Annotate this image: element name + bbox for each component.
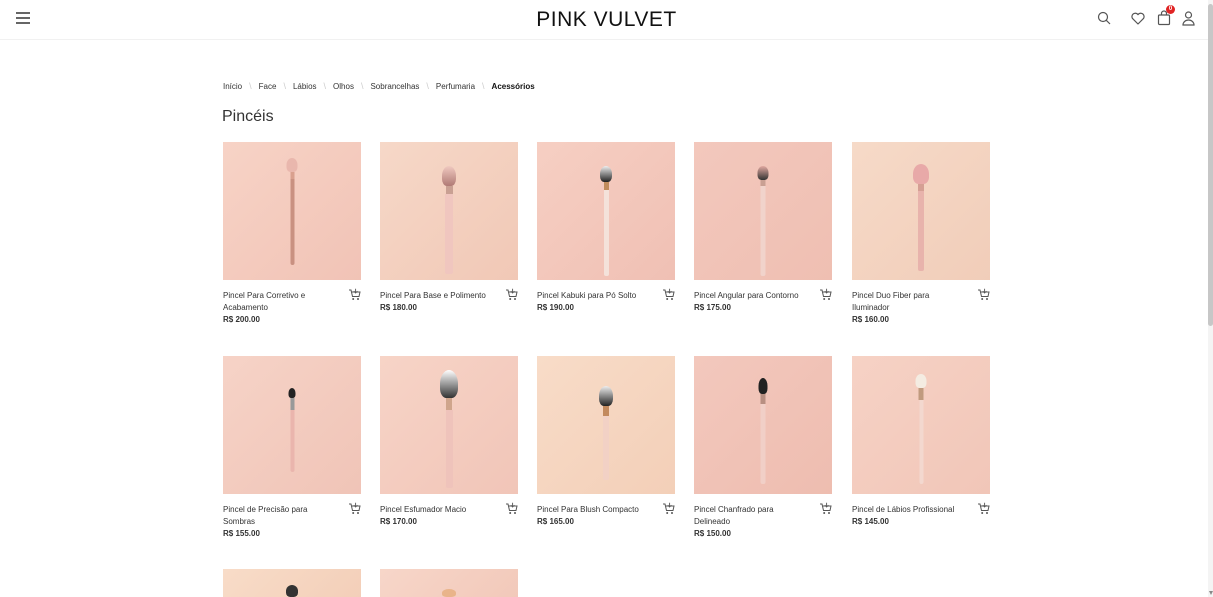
product-price: R$ 200.00 — [223, 315, 260, 324]
add-to-cart-icon[interactable] — [819, 288, 832, 306]
brush-illustration — [440, 370, 458, 488]
product-image[interactable] — [852, 356, 990, 494]
product-name[interactable]: Pincel Para Corretivo e Acabamento — [223, 290, 339, 314]
product-image[interactable] — [537, 142, 675, 280]
search-icon[interactable] — [1097, 11, 1111, 30]
product-price: R$ 170.00 — [380, 517, 417, 526]
top-header: PINK VULVET 0 — [0, 0, 1213, 40]
breadcrumb-perfumaria[interactable]: Perfumaria — [436, 82, 475, 91]
product-card[interactable] — [223, 569, 361, 597]
scroll-down-arrow-icon[interactable] — [1209, 591, 1213, 595]
breadcrumb: Início \ Face \ Lábios \ Olhos \ Sobrancelha… — [223, 81, 535, 91]
add-to-cart-icon[interactable] — [662, 288, 675, 306]
product-card[interactable]: Pincel de Precisão para Sombras R$ 155.0… — [223, 356, 361, 538]
scrollbar-thumb[interactable] — [1208, 4, 1213, 326]
product-price: R$ 165.00 — [537, 517, 574, 526]
brush-illustration — [600, 166, 612, 276]
product-card[interactable]: Pincel Esfumador Macio R$ 170.00 — [380, 356, 518, 526]
breadcrumb-separator: \ — [323, 81, 327, 91]
product-card[interactable]: Pincel Chanfrado para Delineado R$ 150.0… — [694, 356, 832, 538]
brush-illustration — [442, 166, 456, 274]
breadcrumb-acessorios[interactable]: Acessórios — [492, 82, 535, 91]
product-price: R$ 175.00 — [694, 303, 731, 312]
breadcrumb-separator: \ — [482, 81, 485, 91]
product-card[interactable]: Pincel de Lábios Profissional R$ 145.00 — [852, 356, 990, 526]
product-card[interactable]: Pincel Para Base e Polimento R$ 180.00 — [380, 142, 518, 312]
page-scrollbar[interactable] — [1208, 0, 1213, 597]
add-to-cart-icon[interactable] — [977, 502, 990, 520]
page-title: Pincéis — [222, 108, 274, 125]
breadcrumb-inicio[interactable]: Início — [223, 82, 242, 91]
add-to-cart-icon[interactable] — [662, 502, 675, 520]
product-name[interactable]: Pincel Kabuki para Pó Solto — [537, 290, 653, 302]
product-image[interactable] — [694, 142, 832, 280]
product-name[interactable]: Pincel Angular para Contorno — [694, 290, 810, 302]
brush-illustration — [288, 388, 296, 472]
breadcrumb-labios[interactable]: Lábios — [293, 82, 317, 91]
brush-illustration — [599, 386, 613, 480]
product-price: R$ 190.00 — [537, 303, 574, 312]
product-card[interactable]: Pincel Angular para Contorno R$ 175.00 — [694, 142, 832, 312]
breadcrumb-face[interactable]: Face — [259, 82, 277, 91]
brush-illustration — [442, 589, 456, 597]
cart-count-badge: 0 — [1166, 5, 1175, 14]
add-to-cart-icon[interactable] — [977, 288, 990, 306]
product-name[interactable]: Pincel de Lábios Profissional — [852, 504, 968, 516]
brush-illustration — [758, 378, 768, 484]
product-name[interactable]: Pincel Para Base e Polimento — [380, 290, 496, 302]
product-price: R$ 145.00 — [852, 517, 889, 526]
product-image[interactable] — [380, 356, 518, 494]
brush-illustration — [757, 166, 769, 276]
product-image[interactable] — [694, 356, 832, 494]
product-name[interactable]: Pincel Para Blush Compacto — [537, 504, 653, 516]
product-image[interactable] — [223, 142, 361, 280]
user-icon[interactable] — [1182, 11, 1195, 31]
product-image[interactable] — [537, 356, 675, 494]
shopping-bag-icon[interactable]: 0 — [1157, 5, 1175, 31]
product-price: R$ 160.00 — [852, 315, 889, 324]
brush-illustration — [915, 374, 927, 484]
add-to-cart-icon[interactable] — [819, 502, 832, 520]
brush-illustration — [286, 585, 298, 597]
breadcrumb-separator: \ — [426, 81, 429, 91]
brush-illustration — [286, 158, 298, 265]
add-to-cart-icon[interactable] — [348, 502, 361, 520]
add-to-cart-icon[interactable] — [505, 502, 518, 520]
product-card[interactable]: Pincel Para Corretivo e Acabamento R$ 20… — [223, 142, 361, 324]
breadcrumb-separator: \ — [283, 81, 286, 91]
product-image[interactable] — [852, 142, 990, 280]
product-price: R$ 155.00 — [223, 529, 260, 538]
product-card[interactable] — [380, 569, 518, 597]
product-image[interactable] — [380, 142, 518, 280]
product-name[interactable]: Pincel Esfumador Macio — [380, 504, 496, 516]
product-name[interactable]: Pincel de Precisão para Sombras — [223, 504, 339, 528]
product-card[interactable]: Pincel Duo Fiber para Iluminador R$ 160.… — [852, 142, 990, 324]
breadcrumb-sobrancelhas[interactable]: Sobrancelhas — [370, 82, 419, 91]
product-name[interactable]: Pincel Duo Fiber para Iluminador — [852, 290, 968, 314]
product-image[interactable] — [223, 569, 361, 597]
product-price: R$ 150.00 — [694, 529, 731, 538]
add-to-cart-icon[interactable] — [505, 288, 518, 306]
breadcrumb-olhos[interactable]: Olhos — [333, 82, 354, 91]
product-card[interactable]: Pincel Kabuki para Pó Solto R$ 190.00 — [537, 142, 675, 312]
product-price: R$ 180.00 — [380, 303, 417, 312]
store-logo[interactable]: PINK VULVET — [0, 8, 1213, 32]
product-card[interactable]: Pincel Para Blush Compacto R$ 165.00 — [537, 356, 675, 526]
brush-illustration — [913, 164, 929, 271]
product-image[interactable] — [380, 569, 518, 597]
heart-icon[interactable] — [1131, 12, 1145, 30]
breadcrumb-separator: \ — [249, 81, 252, 91]
breadcrumb-separator: \ — [360, 81, 364, 91]
product-image[interactable] — [223, 356, 361, 494]
product-name[interactable]: Pincel Chanfrado para Delineado — [694, 504, 810, 528]
add-to-cart-icon[interactable] — [348, 288, 361, 306]
